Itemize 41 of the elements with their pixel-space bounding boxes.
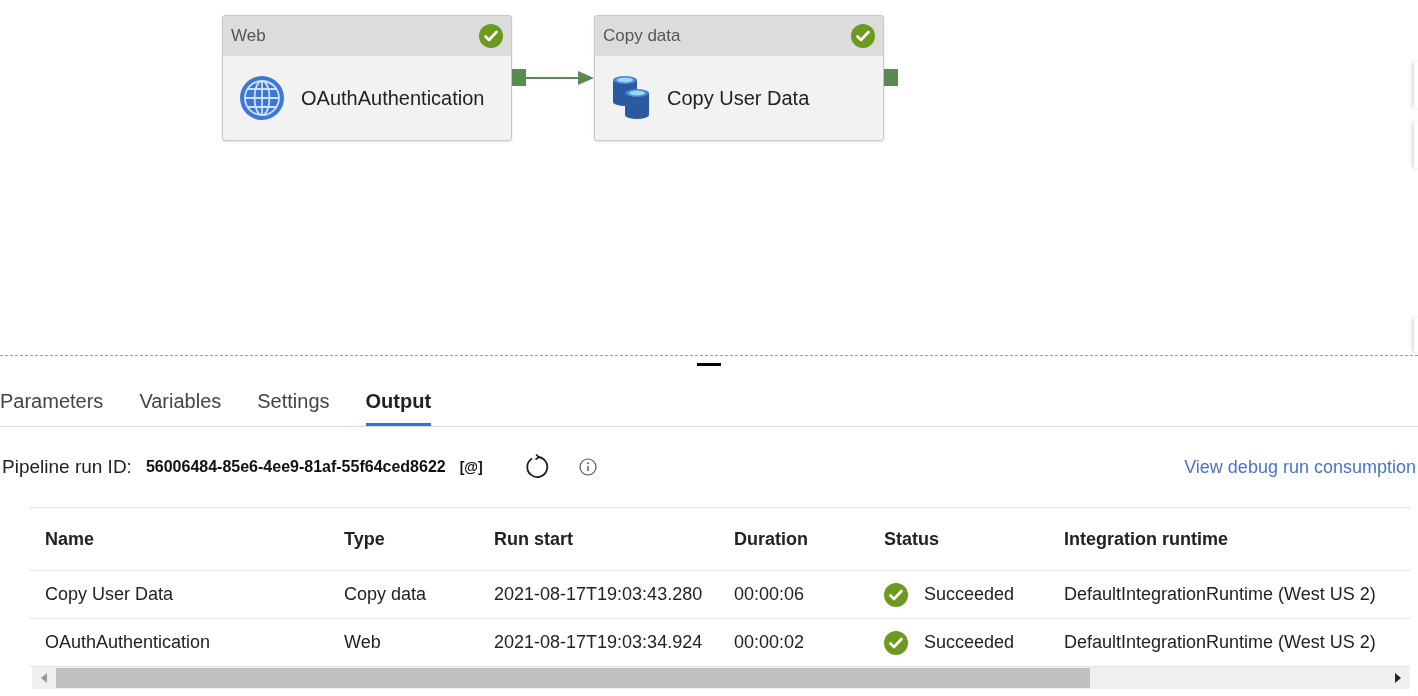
table-cell-text: DefaultIntegrationRuntime (West US 2) — [1064, 631, 1377, 654]
panel-tab[interactable]: Settings — [257, 378, 330, 426]
table-cell-text: 00:00:02 — [734, 631, 806, 654]
table-cell-text: DefaultIntegrationRuntime (West US 2) — [1064, 583, 1377, 606]
column-header[interactable]: Integration runtime — [1064, 525, 1394, 553]
column-header[interactable]: Name — [45, 525, 344, 553]
column-header[interactable]: Duration — [734, 525, 884, 553]
info-icon[interactable] — [578, 458, 597, 476]
table-cell-text: 2021-08-17T19:03:43.280 — [494, 583, 704, 606]
table-cell-text: Copy data — [344, 583, 428, 606]
status-text: Succeeded — [924, 583, 1015, 606]
panel-tab[interactable]: Parameters — [0, 378, 104, 426]
database-icon — [611, 75, 651, 121]
panel-tab[interactable]: Output — [365, 378, 432, 426]
column-header[interactable]: Status — [884, 525, 1064, 553]
table-cell-text: OAuthAuthentication — [45, 631, 212, 654]
column-header[interactable]: Type — [344, 525, 494, 553]
run-id-value: 56006484-85e6-4ee9-81af-55f64ced8622 — [145, 457, 446, 477]
column-header[interactable]: Run start — [494, 525, 734, 553]
activity-name: Copy User Data — [667, 86, 810, 111]
activity-node[interactable]: Web OAuthAuthentication — [222, 15, 512, 141]
output-port[interactable] — [512, 69, 526, 86]
scrollbar-thumb[interactable] — [56, 668, 1090, 688]
activity-name: OAuthAuthentication — [301, 86, 485, 111]
horizontal-scrollbar[interactable] — [32, 667, 1410, 689]
panel-tab[interactable]: Variables — [139, 378, 222, 426]
run-id-label: Pipeline run ID: — [2, 454, 132, 479]
table-cell-text: 2021-08-17T19:03:34.924 — [494, 631, 704, 654]
table-cell-text: 00:00:06 — [734, 583, 806, 606]
table-cell-text: Web — [344, 631, 382, 654]
activity-type: Copy data — [603, 25, 681, 48]
status-text: Succeeded — [924, 631, 1015, 654]
resize-handle[interactable] — [697, 363, 721, 366]
activity-type: Web — [231, 25, 266, 48]
connector-arrow — [526, 70, 594, 86]
debug-consumption-link[interactable]: View debug run consumption — [1184, 453, 1416, 481]
globe-icon — [239, 75, 285, 121]
copy-button[interactable]: [@] — [459, 456, 483, 478]
output-port[interactable] — [884, 69, 898, 86]
table-cell-text: Copy User Data — [45, 583, 175, 606]
activity-node[interactable]: Copy data Copy User Data — [594, 15, 884, 141]
